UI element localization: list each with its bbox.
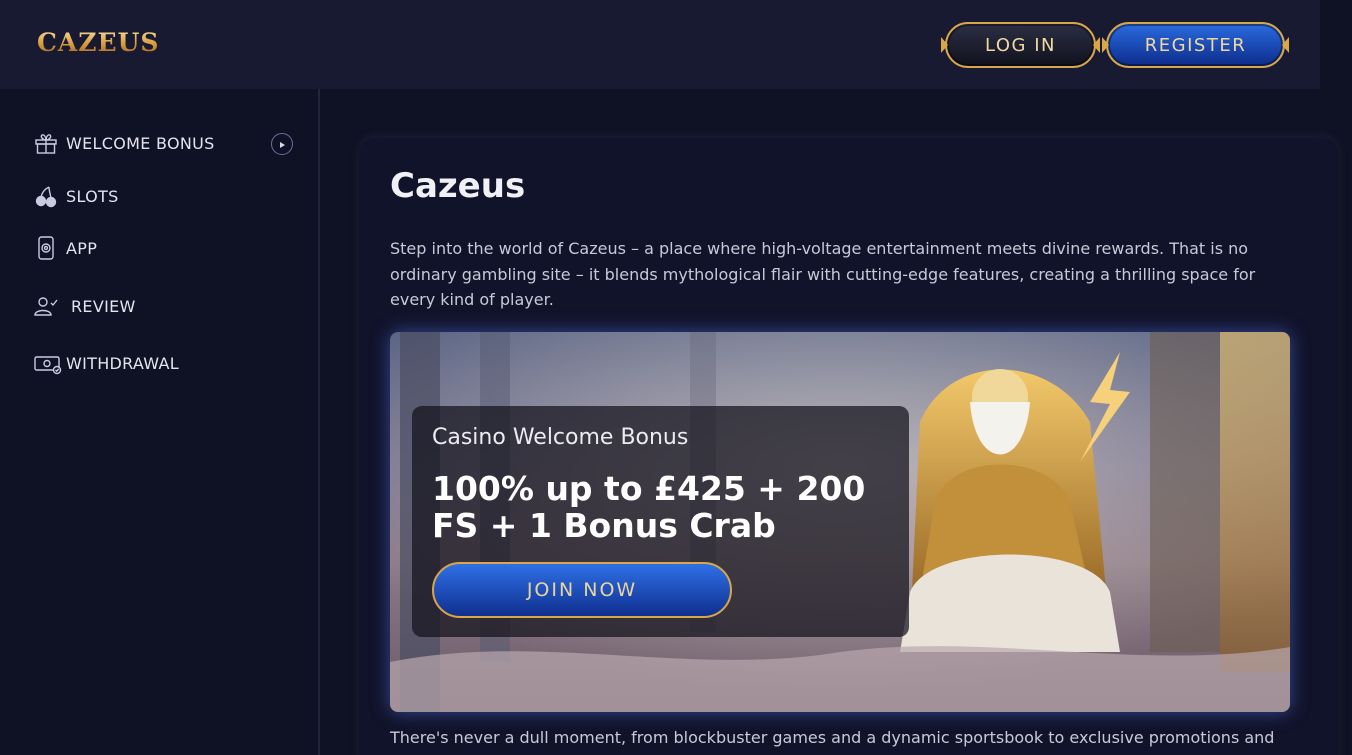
sidebar-item-label: SLOTS: [66, 186, 119, 206]
page-title: Cazeus: [390, 166, 526, 206]
sidebar-item-label: WELCOME BONUS: [66, 133, 215, 153]
sidebar-item-slots[interactable]: SLOTS: [34, 181, 119, 211]
sidebar-item-label: WITHDRAWAL: [66, 353, 180, 373]
play-icon: [277, 135, 287, 154]
sidebar-item-welcome-bonus[interactable]: WELCOME BONUS: [34, 128, 215, 158]
sidebar-item-label: APP: [66, 238, 98, 258]
register-button[interactable]: REGISTER: [1102, 22, 1289, 68]
top-header: CAZEUS LOG IN REGISTER: [0, 0, 1320, 89]
sidebar-item-withdrawal[interactable]: WITHDRAWAL: [34, 348, 179, 378]
body-paragraph: There's never a dull moment, from blockb…: [390, 728, 1275, 747]
intro-paragraph: Step into the world of Cazeus – a place …: [390, 239, 1256, 309]
promo-subtitle: Casino Welcome Bonus: [432, 425, 689, 450]
gift-icon: [34, 131, 58, 155]
user-check-icon: [34, 294, 58, 318]
phone-icon: [34, 236, 58, 260]
cazeus-logo[interactable]: CAZEUS: [37, 28, 159, 57]
expand-welcome-bonus-button[interactable]: [271, 133, 293, 155]
cherries-icon: [34, 184, 58, 208]
promo-offer: 100% up to £425 + 200 FS + 1 Bonus Crab: [432, 469, 866, 545]
join-now-button[interactable]: JOIN NOW: [432, 562, 732, 618]
sidebar-item-review[interactable]: REVIEW: [34, 291, 136, 321]
sidebar-item-app[interactable]: APP: [34, 233, 97, 263]
sidebar-item-label: REVIEW: [71, 296, 136, 316]
login-button[interactable]: LOG IN: [941, 22, 1100, 68]
cash-icon: [34, 351, 62, 375]
